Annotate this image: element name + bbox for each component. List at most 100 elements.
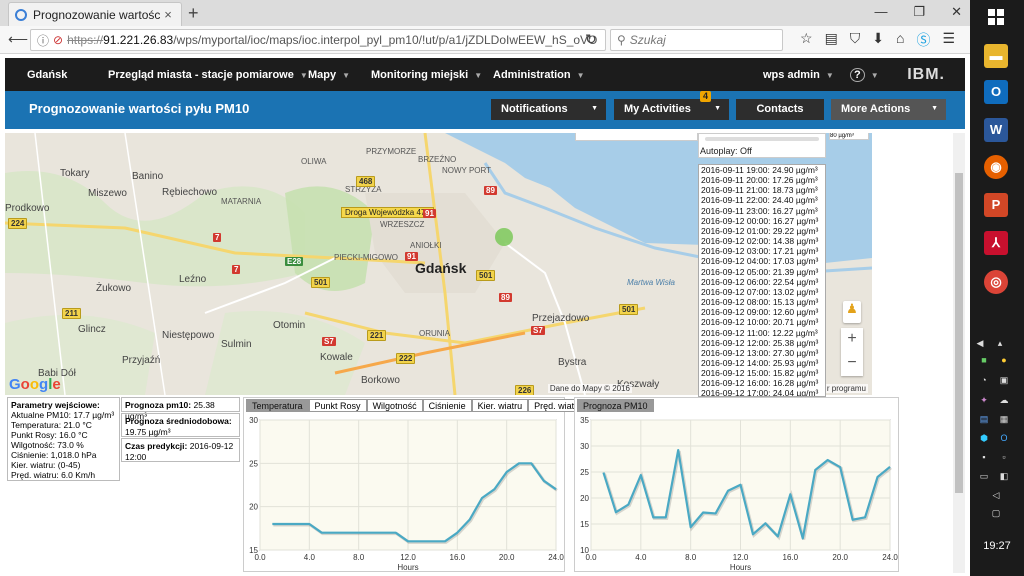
time-list-item[interactable]: 2016-09-11 23:00: 16.27 µg/m³ [699,206,825,216]
time-list-item[interactable]: 2016-09-12 10:00: 20.71 µg/m³ [699,317,825,327]
time-list-item[interactable]: 2016-09-12 06:00: 22.54 µg/m³ [699,277,825,287]
tray-app-icon[interactable]: ▦ [998,414,1010,426]
more-actions-button[interactable]: More Actions ▼ [831,99,946,120]
time-list-item[interactable]: 2016-09-11 19:00: 24.90 µg/m³ [699,165,825,175]
powerpoint-icon[interactable]: P [984,193,1008,217]
minimize-icon[interactable]: — [874,4,887,20]
file-explorer-icon[interactable]: ▬ [984,44,1008,68]
time-list-item[interactable]: 2016-09-12 04:00: 17.03 µg/m³ [699,256,825,266]
restore-icon[interactable]: ❐ [913,4,925,20]
tray-icon[interactable]: ▴ [994,338,1006,350]
firefox-icon[interactable]: ◉ [984,155,1008,179]
time-list-item[interactable]: 2016-09-12 13:00: 27.30 µg/m³ [699,348,825,358]
x-tick-label: 20.0 [832,553,848,562]
nav-maps[interactable]: Mapy ▼ [308,69,350,81]
tray-app-icon[interactable]: ▣ [998,375,1010,387]
nav-home[interactable]: Gdańsk [27,69,67,81]
nav-city-overview[interactable]: Przegląd miasta - stacje pomiarowe ▼ [108,69,308,81]
time-list-item[interactable]: 2016-09-12 07:00: 13.02 µg/m³ [699,287,825,297]
time-list-item[interactable]: 2016-09-12 02:00: 14.38 µg/m³ [699,236,825,246]
time-list-item[interactable]: 2016-09-12 03:00: 17.21 µg/m³ [699,246,825,256]
road-label: Droga Wojewódzka 472 [341,207,434,218]
zoom-out-button[interactable]: − [841,352,863,376]
back-icon[interactable]: ⟵ [8,31,28,48]
time-list-item[interactable]: 2016-09-11 21:00: 18.73 µg/m³ [699,185,825,195]
place-label: Borkowo [361,375,400,386]
skype-icon[interactable]: Ⓢ [917,30,931,50]
user-menu[interactable]: wps admin ▼ [763,69,834,81]
browser-tab[interactable]: Prognozowanie wartości ... × [8,2,182,26]
time-list-item[interactable]: 2016-09-12 01:00: 29.22 µg/m³ [699,226,825,236]
reload-icon[interactable]: ↻ [585,31,597,48]
tray-app-icon[interactable]: ◧ [998,471,1010,483]
tray-app-icon[interactable]: ▪ [978,452,990,464]
time-list-item[interactable]: 2016-09-12 11:00: 12.22 µg/m³ [699,328,825,338]
time-list-item[interactable]: 2016-09-11 20:00: 17.26 µg/m³ [699,175,825,185]
tab-wind-direction[interactable]: Kier. wiatru [471,399,529,412]
time-list-item[interactable]: 2016-09-12 15:00: 15.82 µg/m³ [699,368,825,378]
time-list-item[interactable]: 2016-09-12 16:00: 16.28 µg/m³ [699,378,825,388]
time-list-item[interactable]: 2016-09-12 05:00: 21.39 µg/m³ [699,267,825,277]
street-view-pegman-icon[interactable]: ♟ [843,301,861,323]
time-list-item[interactable]: 2016-09-12 08:00: 15.13 µg/m³ [699,297,825,307]
tray-app-icon[interactable]: ⬢ [978,433,990,445]
onedrive-icon[interactable]: ☁ [998,395,1010,407]
home-icon[interactable]: ⌂ [896,30,904,50]
search-input[interactable]: ⚲ Szukaj [610,29,783,51]
tray-app-icon[interactable]: ● [998,355,1010,367]
time-list-item[interactable]: 2016-09-12 00:00: 16.27 µg/m³ [699,216,825,226]
nav-monitoring[interactable]: Monitoring miejski ▼ [371,69,482,81]
scrollbar-thumb[interactable] [955,173,963,493]
wifi-icon[interactable]: ◔ [978,375,990,387]
nav-administration[interactable]: Administration ▼ [493,69,585,81]
close-tab-icon[interactable]: × [161,7,175,22]
new-tab-icon[interactable]: + [188,3,199,24]
tray-app-icon[interactable]: ✦ [978,395,990,407]
word-icon[interactable]: W [984,118,1008,142]
zoom-in-button[interactable]: + [841,328,863,352]
taskbar-clock[interactable]: 19:27 [970,540,1024,552]
param-line: Punkt Rosy: 16.0 °C [11,430,88,440]
tray-app-icon[interactable]: ▤ [978,414,990,426]
help-menu[interactable]: ? ▼ [850,68,879,82]
time-list-item[interactable]: 2016-09-12 12:00: 25.38 µg/m³ [699,338,825,348]
menu-icon[interactable]: ☰ [943,30,956,50]
tab-dew-point[interactable]: Punkt Rosy [308,399,367,412]
time-list-item[interactable]: 2016-09-12 14:00: 25.93 µg/m³ [699,358,825,368]
reading-list-icon[interactable]: ▤ [825,30,838,50]
tray-app-icon[interactable]: ▫ [998,452,1010,464]
battery-icon[interactable]: ▭ [978,471,990,483]
time-list-item[interactable]: 2016-09-11 22:00: 24.40 µg/m³ [699,195,825,205]
activities-count-badge: 4 [700,91,711,102]
outlook-icon[interactable]: O [984,80,1008,104]
time-list-item[interactable]: 2016-09-12 09:00: 12.60 µg/m³ [699,307,825,317]
action-center-icon[interactable]: ▢ [990,508,1002,520]
time-list-item[interactable]: 2016-09-12 17:00: 24.04 µg/m³ [699,388,825,396]
place-label: Leźno [179,274,207,285]
bookmark-star-icon[interactable]: ☆ [800,30,813,50]
tab-pm10-forecast[interactable]: Prognoza PM10 [577,399,654,412]
notifications-button[interactable]: Notifications ▼ [491,99,606,120]
x-tick-label: 16.0 [450,553,466,562]
tab-humidity[interactable]: Wilgotność [366,399,423,412]
my-activities-button[interactable]: My Activities ▼ 4 [614,91,729,120]
slider-track[interactable] [705,137,819,141]
windows-start-icon[interactable] [988,9,1004,25]
forecast-time-list[interactable]: 2016-09-11 19:00: 24.90 µg/m³ 2016-09-11 … [698,164,826,397]
download-icon[interactable]: ⬇ [872,30,884,50]
acrobat-icon[interactable]: ⅄ [984,231,1008,255]
close-window-icon[interactable]: ✕ [951,4,962,20]
contacts-button[interactable]: Contacts [736,99,824,120]
tray-app-icon[interactable]: ■ [978,355,990,367]
tray-chevron-icon[interactable]: ◀ [974,338,986,350]
tab-temperature[interactable]: Temperatura [246,399,309,412]
volume-icon[interactable]: ◁ [990,490,1002,502]
info-icon[interactable]: ⓘ [37,32,49,49]
pocket-icon[interactable]: ⛉ [850,30,861,50]
address-bar[interactable]: ⓘ ⊘ https:// 91.221.26.83 /wps/myportal/… [30,29,606,51]
chrome-icon[interactable]: ◎ [984,270,1008,294]
tray-outlook-icon[interactable]: O [998,433,1010,445]
tab-pressure[interactable]: Ciśnienie [422,399,472,412]
page-scrollbar[interactable] [953,133,965,573]
autoplay-status[interactable]: Autoplay: Off [700,146,752,156]
